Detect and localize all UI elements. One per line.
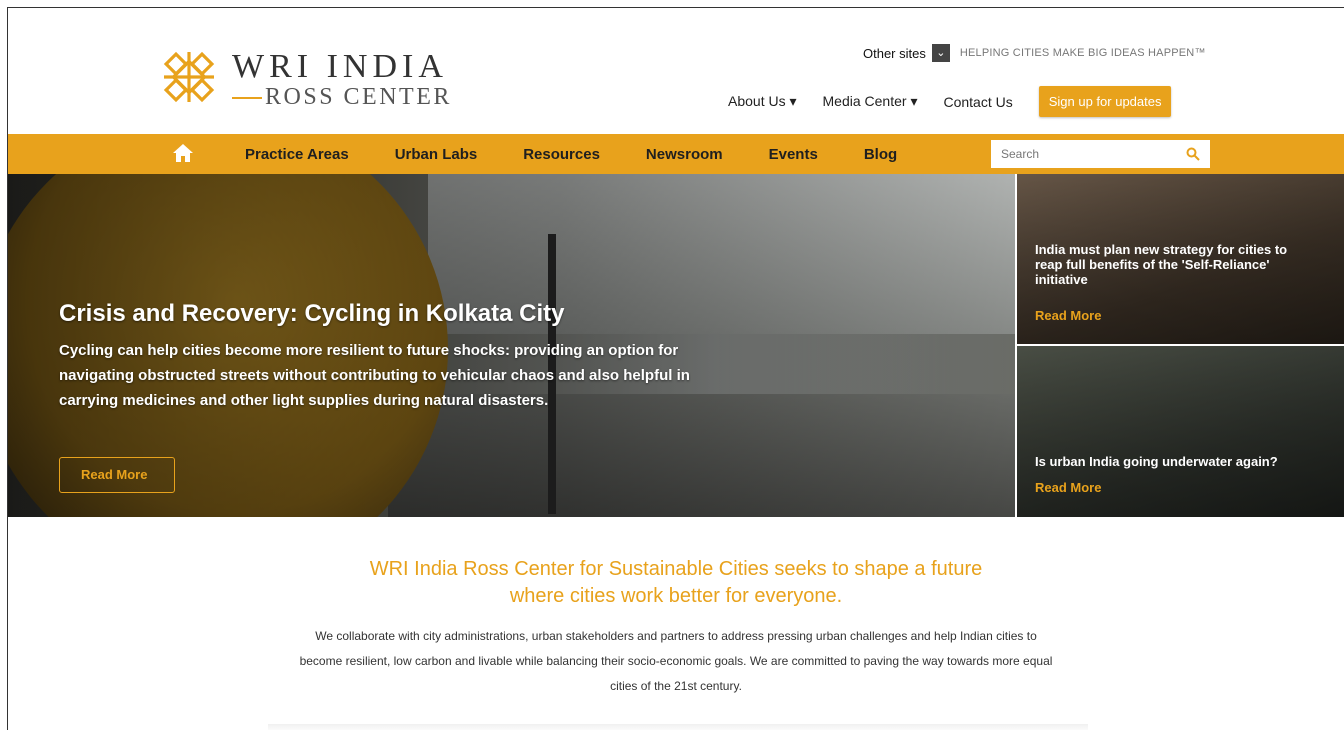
nav-practice-areas[interactable]: Practice Areas	[245, 146, 349, 163]
intro-heading: WRI India Ross Center for Sustainable Ci…	[369, 558, 983, 607]
about-us-link[interactable]: About Us ▾	[728, 93, 797, 110]
site-header: WRI INDIA ROSS CENTER Other sites ⌄ HELP…	[8, 8, 1344, 134]
page-frame: WRI INDIA ROSS CENTER Other sites ⌄ HELP…	[7, 7, 1344, 730]
contact-us-link[interactable]: Contact Us	[943, 94, 1012, 110]
nav-blog[interactable]: Blog	[864, 146, 897, 163]
nav-urban-labs[interactable]: Urban Labs	[395, 146, 478, 163]
side-card-underwater[interactable]: Is urban India going underwater again? R…	[1017, 346, 1344, 517]
logo-knot-icon	[163, 51, 215, 103]
hero-banner[interactable]: Crisis and Recovery: Cycling in Kolkata …	[8, 174, 1015, 517]
logo-subtitle: ROSS CENTER	[232, 84, 452, 111]
logo-rule	[232, 96, 262, 99]
nav-items: Practice Areas Urban Labs Resources News…	[245, 134, 943, 174]
utility-nav: About Us ▾ Media Center ▾ Contact Us Sig…	[728, 86, 1172, 117]
tagline: HELPING CITIES MAKE BIG IDEAS HAPPEN™	[959, 47, 1206, 59]
other-sites-label: Other sites	[863, 45, 926, 61]
nav-newsroom[interactable]: Newsroom	[646, 146, 723, 163]
section-divider	[268, 724, 1088, 730]
chevron-down-icon[interactable]: ⌄	[931, 44, 950, 62]
side-card-read-more[interactable]: Read More	[1035, 480, 1101, 495]
top-bar: Other sites ⌄ HELPING CITIES MAKE BIG ID…	[863, 44, 1206, 62]
search-placeholder: Search	[1001, 147, 1040, 161]
hero-content: Crisis and Recovery: Cycling in Kolkata …	[59, 300, 699, 413]
logo-subtitle-text: ROSS CENTER	[265, 84, 452, 110]
hero-read-more-button[interactable]: Read More	[59, 457, 175, 493]
search-icon[interactable]	[1186, 147, 1200, 161]
hero-title: Crisis and Recovery: Cycling in Kolkata …	[59, 300, 565, 327]
other-sites-dropdown[interactable]: Other sites ⌄	[863, 44, 950, 62]
nav-events[interactable]: Events	[769, 146, 818, 163]
intro-section: WRI India Ross Center for Sustainable Ci…	[8, 556, 1344, 699]
site-logo[interactable]: WRI INDIA ROSS CENTER	[160, 46, 500, 110]
side-card-self-reliance[interactable]: India must plan new strategy for cities …	[1017, 174, 1344, 344]
hero-text: Cycling can help cities become more resi…	[59, 342, 690, 409]
intro-text: We collaborate with city administrations…	[299, 629, 1053, 693]
home-icon[interactable]	[172, 143, 194, 163]
main-nav: Practice Areas Urban Labs Resources News…	[8, 134, 1344, 174]
side-card-title: Is urban India going underwater again?	[1035, 454, 1278, 469]
nav-resources[interactable]: Resources	[523, 146, 600, 163]
media-center-link[interactable]: Media Center ▾	[823, 93, 918, 110]
search-input[interactable]: Search	[991, 140, 1210, 168]
side-card-title: India must plan new strategy for cities …	[1035, 242, 1288, 287]
signup-button[interactable]: Sign up for updates	[1038, 86, 1172, 117]
side-card-read-more[interactable]: Read More	[1035, 308, 1101, 323]
logo-title: WRI INDIA	[232, 48, 448, 85]
